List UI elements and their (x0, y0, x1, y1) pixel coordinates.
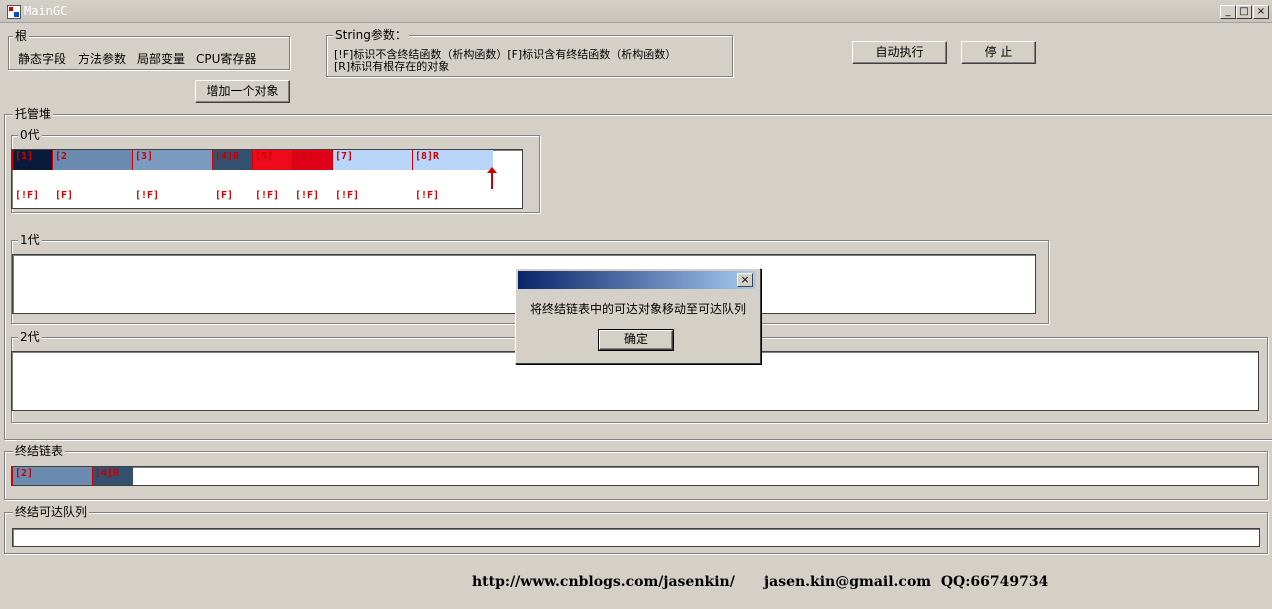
title-bar: MainGC _ □ × (0, 0, 1272, 23)
string-params-line2: [R]标识有根存在的对象 (334, 60, 450, 73)
root-static-fields: 静态字段 (18, 52, 67, 66)
root-local-vars: 局部变量 (137, 52, 186, 66)
roots-group: 根 静态字段 方法参数 局部变量 CPU寄存器 (8, 29, 290, 70)
gen0-object-8-label: [8]R (415, 151, 440, 162)
root-cpu-registers: CPU寄存器 (196, 52, 257, 66)
gen0-object-3[interactable]: [3] (132, 150, 213, 170)
footer-contact: http://www.cnblogs.com/jasenkin/ jasen.k… (472, 574, 1049, 590)
app-icon (7, 5, 21, 19)
add-object-button[interactable]: 增加一个对象 (195, 80, 290, 103)
gen0-panel: [1] [2 [3] [4]R [5] [6] [7] [8]R [!F] [F… (11, 149, 523, 209)
gen0-object-5[interactable]: [5] (252, 150, 293, 170)
stop-button[interactable]: 停 止 (961, 41, 1036, 64)
dialog-close-button[interactable]: × (737, 273, 753, 287)
gen2-legend: 2代 (18, 330, 42, 344)
gen0-object-2-tag: [F] (55, 190, 74, 201)
gen0-object-1-label: [1] (15, 151, 34, 162)
gen0-object-8-tag: [!F] (415, 190, 440, 201)
gen0-blocks: [1] [2 [3] [4]R [5] [6] [7] [8]R [!F] [F… (12, 150, 522, 208)
final-object-2[interactable]: [2] (12, 467, 93, 485)
gen0-object-2-label: [2 (55, 151, 68, 162)
finalization-list-panel: [2] [4]R (11, 466, 1259, 486)
gen0-object-7-label: [7] (335, 151, 354, 162)
auto-run-button[interactable]: 自动执行 (852, 41, 947, 64)
managed-heap-legend: 托管堆 (13, 107, 54, 121)
next-obj-pointer-arrow-icon (487, 167, 497, 189)
roots-legend: 根 (13, 29, 30, 43)
gen0-object-5-label: [5] (255, 151, 274, 162)
gen0-object-2[interactable]: [2 (52, 150, 133, 170)
final-object-4[interactable]: [4]R (92, 467, 133, 485)
gen0-object-8[interactable]: [8]R (412, 150, 493, 170)
gen0-object-7-tag: [!F] (335, 190, 360, 201)
gen0-object-3-tag: [!F] (135, 190, 160, 201)
string-params-group: String参数： [!F]标识不含终结函数（析构函数）[F]标识含有终结函数（… (326, 28, 733, 77)
gen0-legend: 0代 (18, 128, 42, 142)
dialog-title-bar: × (518, 271, 756, 289)
gen0-object-7[interactable]: [7] (332, 150, 413, 170)
minimize-button[interactable]: _ (1220, 5, 1236, 19)
freachable-queue-legend: 终结可达队列 (13, 505, 90, 519)
gen1-legend: 1代 (18, 233, 42, 247)
gen0-object-1[interactable]: [1] (12, 150, 53, 170)
gen0-object-4-tag: [F] (215, 190, 234, 201)
gen0-object-3-label: [3] (135, 151, 154, 162)
dialog-ok-button[interactable]: 确定 (598, 329, 674, 351)
dialog-message: 将终结链表中的可达对象移动至可达队列 (529, 302, 746, 316)
finalization-list-legend: 终结链表 (13, 444, 66, 458)
string-params-legend: String参数： (333, 28, 409, 42)
window-title: MainGC (24, 4, 68, 18)
gen0-object-6[interactable]: [6] (292, 150, 333, 170)
gen0-object-6-tag: [!F] (295, 190, 320, 201)
gen0-object-1-tag: [!F] (15, 190, 40, 201)
root-method-params: 方法参数 (78, 52, 127, 66)
message-dialog: × 将终结链表中的可达对象移动至可达队列 确定 (515, 268, 761, 364)
gen0-object-4[interactable]: [4]R (212, 150, 253, 170)
final-object-4-label: [4]R (95, 468, 120, 479)
gen0-object-6-label: [6] (295, 151, 314, 162)
maximize-button[interactable]: □ (1236, 5, 1252, 19)
freachable-queue-panel (12, 528, 1260, 547)
gen0-object-5-tag: [!F] (255, 190, 280, 201)
final-object-2-label: [2] (15, 468, 34, 479)
close-button[interactable]: × (1253, 5, 1269, 19)
gen0-object-4-label: [4]R (215, 151, 240, 162)
